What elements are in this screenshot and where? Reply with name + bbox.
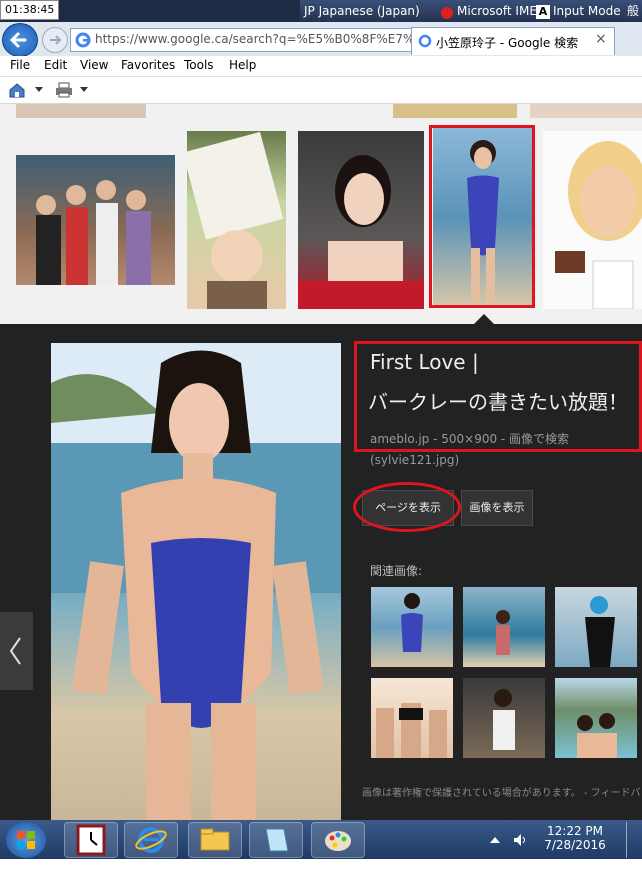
- language-bar: JP Japanese (Japan) Microsoft IME A Input…: [300, 0, 642, 22]
- magazine-photo-icon: [187, 131, 284, 309]
- related-image[interactable]: [463, 587, 545, 667]
- input-mode-label: Input Mode: [553, 4, 621, 18]
- internet-explorer-icon: [135, 827, 167, 853]
- back-button[interactable]: [2, 23, 38, 57]
- preview-image[interactable]: [51, 343, 341, 820]
- selection-pointer-icon: [474, 314, 494, 324]
- result-filename: (sylvie121.jpg): [370, 453, 460, 467]
- language-indicator[interactable]: JP Japanese (Japan): [304, 0, 420, 22]
- tab-google-search[interactable]: 小笠原玲子 - Google 検索 ×: [411, 27, 615, 55]
- copyright-disclaimer: 画像は著作権で保護されている場合があります。 - フィードバ: [362, 788, 641, 799]
- menu-help[interactable]: Help: [229, 58, 256, 72]
- clock-app-icon: [76, 824, 106, 856]
- ime-indicator[interactable]: Microsoft IME: [440, 0, 537, 22]
- taskbar-explorer-button[interactable]: [188, 822, 242, 858]
- volume-icon[interactable]: [512, 832, 528, 848]
- previous-image-button[interactable]: [0, 612, 33, 690]
- ime-icon: [440, 5, 454, 19]
- thumbnail-partial[interactable]: [530, 104, 642, 118]
- group-photo-icon: [36, 180, 151, 285]
- tray-time: 12:22 PM: [547, 824, 603, 838]
- bottom-strip: [0, 859, 642, 877]
- tab-title: 小笠原玲子 - Google 検索: [436, 36, 579, 50]
- related-image[interactable]: [555, 587, 637, 667]
- chevron-left-icon: [9, 637, 21, 665]
- url-input[interactable]: https://www.google.ca/search?q=%E5%B0%8F…: [70, 28, 412, 52]
- related-images-label: 関連画像:: [370, 564, 423, 578]
- tray-expand-icon[interactable]: [490, 836, 500, 844]
- command-bar: [0, 77, 642, 104]
- related-image[interactable]: [371, 587, 453, 667]
- view-image-button[interactable]: 画像を表示: [461, 490, 533, 526]
- thumbnail-partial[interactable]: [393, 104, 517, 118]
- menu-favorites[interactable]: Favorites: [121, 58, 175, 72]
- thumbnail-image[interactable]: [543, 131, 642, 309]
- truncated-indicator: 般: [627, 4, 640, 18]
- forward-arrow-icon: [50, 35, 62, 45]
- back-arrow-icon: [9, 32, 27, 48]
- folder-icon: [200, 828, 230, 851]
- taskbar-paint-button[interactable]: [311, 822, 365, 858]
- url-text: https://www.google.ca/search?q=%E5%B0%8F…: [95, 32, 411, 46]
- taskbar-clock-app-button[interactable]: [64, 822, 118, 858]
- thumbnail-image[interactable]: [187, 131, 286, 309]
- system-clock: 01:38:45: [0, 0, 60, 20]
- related-photo-icon: [376, 703, 447, 758]
- windows-logo-icon: [17, 831, 35, 849]
- language-label: JP Japanese (Japan): [304, 4, 420, 18]
- related-image[interactable]: [555, 678, 637, 758]
- menu-edit[interactable]: Edit: [44, 58, 67, 72]
- related-image[interactable]: [463, 678, 545, 758]
- print-icon[interactable]: [55, 82, 73, 98]
- related-photo-icon: [496, 610, 510, 655]
- start-button[interactable]: [6, 822, 46, 858]
- paint-palette-icon: [325, 831, 351, 851]
- related-image[interactable]: [371, 678, 453, 758]
- print-dropdown-icon[interactable]: [80, 87, 88, 93]
- title-highlight-box: [354, 341, 642, 452]
- related-photo-icon: [493, 689, 515, 750]
- related-photo-icon: [401, 593, 423, 652]
- google-favicon-icon: [75, 32, 91, 48]
- portrait-photo-icon: [298, 155, 424, 309]
- notepad-icon: [265, 828, 289, 852]
- input-mode-indicator[interactable]: A Input Mode: [536, 0, 621, 22]
- menu-view[interactable]: View: [80, 58, 108, 72]
- caricature-icon: [555, 141, 642, 309]
- thumbnail-partial[interactable]: [16, 104, 146, 118]
- selected-thumbnail-highlight: [429, 125, 535, 308]
- menu-file[interactable]: File: [10, 58, 30, 72]
- thumbnail-image[interactable]: [16, 155, 175, 285]
- tab-close-icon[interactable]: ×: [595, 31, 607, 47]
- home-dropdown-icon[interactable]: [35, 87, 43, 93]
- google-tab-favicon-icon: [418, 34, 432, 48]
- show-desktop-button[interactable]: [626, 822, 641, 858]
- tray-clock[interactable]: 12:22 PM 7/28/2016: [530, 824, 620, 852]
- menu-bar: File Edit View Favorites Tools Help: [0, 56, 642, 77]
- tray-date: 7/28/2016: [544, 838, 606, 852]
- visit-button-highlight-circle: [353, 482, 461, 532]
- taskbar-notepad-button[interactable]: [249, 822, 303, 858]
- ime-label: Microsoft IME: [457, 4, 537, 18]
- related-photo-icon: [577, 713, 617, 758]
- preview-photo-icon: [51, 343, 341, 820]
- thumbnail-image[interactable]: [298, 131, 424, 309]
- taskbar-ie-button[interactable]: [124, 822, 178, 858]
- home-icon[interactable]: [8, 82, 26, 98]
- forward-button[interactable]: [42, 27, 68, 53]
- menu-tools[interactable]: Tools: [184, 58, 214, 72]
- related-photo-icon: [585, 596, 615, 667]
- input-mode-icon: A: [536, 4, 550, 19]
